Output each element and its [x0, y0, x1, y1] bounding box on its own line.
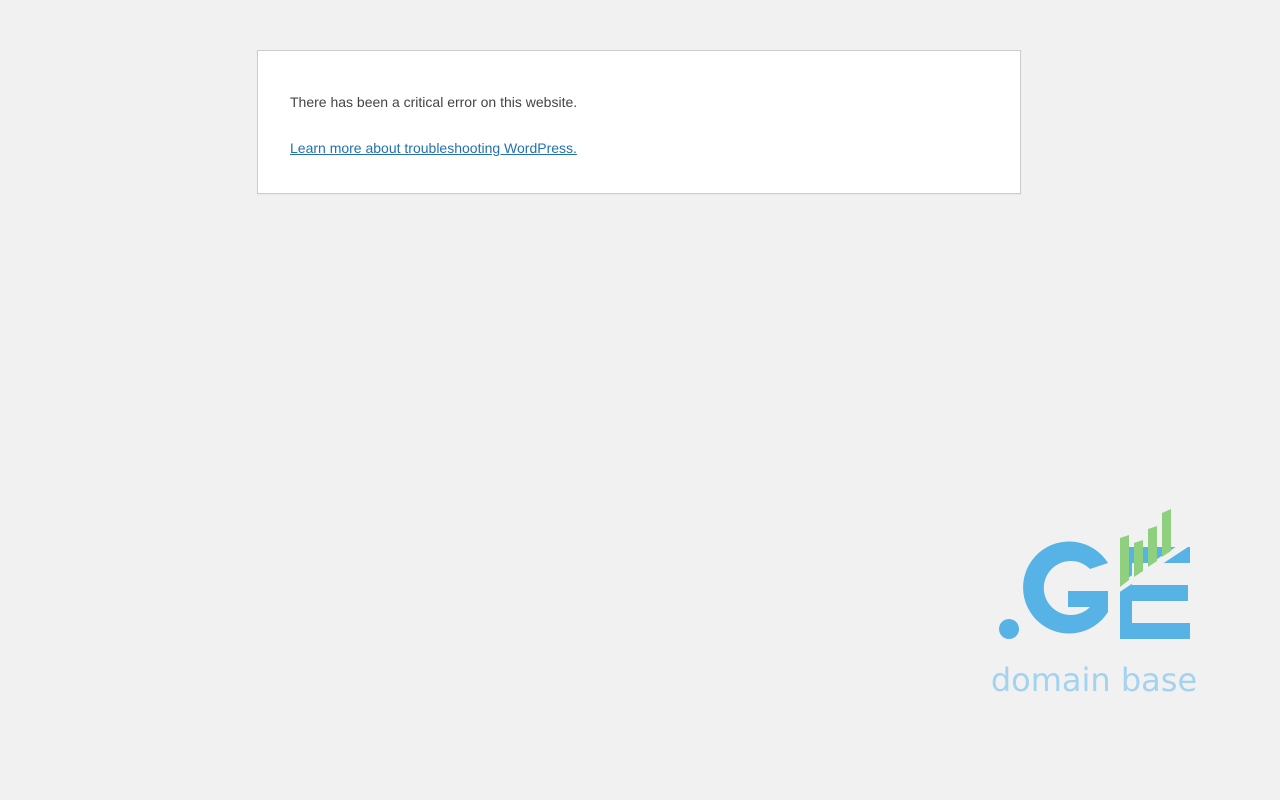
ge-domain-base-logo: domain base	[990, 505, 1200, 700]
logo-dot	[999, 619, 1019, 639]
error-panel: There has been a critical error on this …	[257, 50, 1021, 194]
logo-letter-e-middle	[1120, 585, 1188, 601]
troubleshooting-link[interactable]: Learn more about troubleshooting WordPre…	[290, 140, 577, 157]
ge-logo-icon: domain base	[991, 509, 1197, 699]
logo-bar-2	[1134, 540, 1143, 577]
logo-bar-3	[1148, 526, 1157, 567]
logo-letter-e-bottom	[1120, 623, 1190, 639]
logo-bar-1	[1120, 535, 1129, 587]
logo-letter-g	[1023, 541, 1108, 634]
logo-bar-4	[1162, 509, 1171, 557]
error-message: There has been a critical error on this …	[290, 94, 578, 110]
logo-tagline: domain base	[991, 661, 1197, 699]
